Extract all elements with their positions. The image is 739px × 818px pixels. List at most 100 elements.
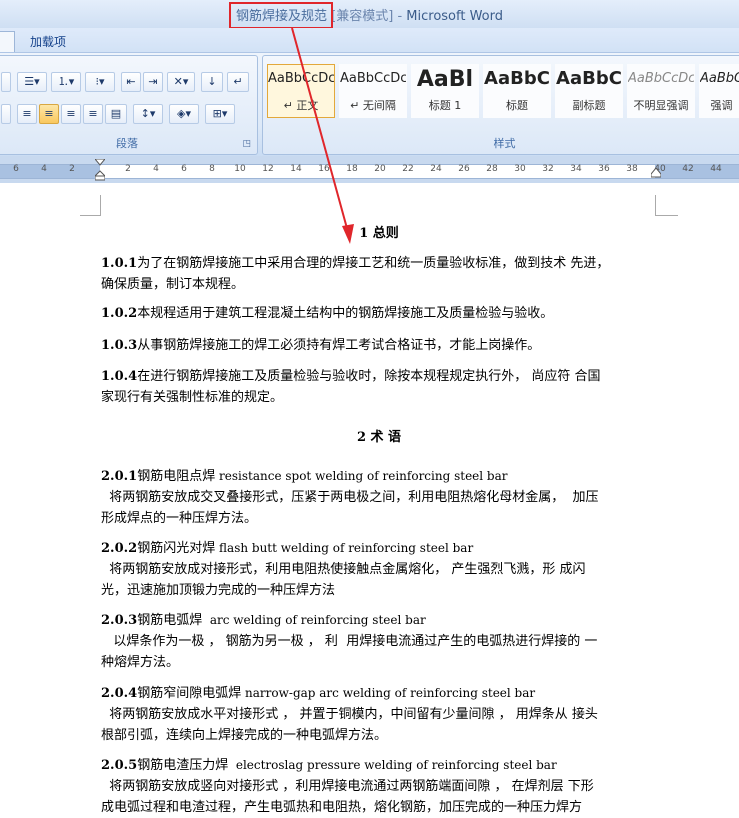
term-number: 2.0.4: [101, 686, 138, 701]
align-right-icon: ≡: [66, 107, 76, 120]
ruler-tick: 38: [626, 164, 638, 174]
ruler-tick: 4: [41, 164, 47, 174]
term-cn: 钢筋电渣压力焊: [137, 758, 229, 773]
indent-marker-icon[interactable]: [95, 159, 105, 181]
document-page[interactable]: 1 总则 1.0.1为了在钢筋焊接施工中采用合理的焊接工艺和统一质量验收标准，做…: [0, 183, 739, 815]
style-name: 不明显强调: [633, 99, 689, 112]
align-center-button[interactable]: ≡: [39, 104, 59, 124]
title-bar: 钢筋焊接及规范 [兼容模式] - Microsoft Word: [0, 0, 739, 29]
ruler-tick: 8: [209, 164, 215, 174]
bullet-list-icon: ☰▾: [24, 75, 40, 88]
ruler-tick: 28: [486, 164, 498, 174]
term-en: electroslag pressure welding of reinforc…: [228, 758, 557, 772]
ruler-tick: 20: [374, 164, 386, 174]
show-marks-button[interactable]: ↵: [227, 72, 249, 92]
ruler-tick: 44: [710, 164, 722, 174]
increase-indent-icon: ⇥: [148, 75, 158, 88]
heading-terms: 2 术 语: [356, 430, 402, 445]
ruler-tick: 14: [290, 164, 302, 174]
term-number: 2.0.1: [101, 469, 138, 484]
clause-1-0-2: 1.0.2本规程适用于建筑工程混凝土结构中的钢筋焊接施工及质量检验与验收。: [101, 303, 657, 324]
styles-group: AaBbCcDc ↵ 正文 AaBbCcDc ↵ 无间隔 AaBl 标题 1 A…: [262, 55, 739, 155]
justify-icon: ≡: [88, 107, 98, 120]
style-subtitle[interactable]: AaBbC 副标题: [555, 64, 623, 118]
ruler-tick: 6: [181, 164, 187, 174]
sort-icon: ↓: [207, 75, 217, 88]
decrease-indent-button[interactable]: ⇤: [121, 72, 141, 92]
ruler-tick: 4: [153, 164, 159, 174]
align-left-icon: ≡: [22, 107, 32, 120]
paragraph-dialog-launcher-icon[interactable]: ◳: [242, 139, 251, 149]
style-preview: AaBbC: [484, 68, 550, 89]
ruler-track: 6 4 2 2 4 6 8 10 12 14 16 18 20 22 24 26…: [0, 164, 739, 179]
title-highlight-box: [229, 2, 333, 29]
line-spacing-button[interactable]: ↕▾: [133, 104, 163, 124]
term-number: 2.0.5: [101, 758, 138, 773]
term-definition: 将两钢筋安放成水平对接形式 ， 并置于铜模内，中间留有少量间隙 ， 用焊条从 接…: [101, 707, 598, 722]
ribbon-tab-bar: 加载项: [0, 28, 739, 52]
style-name: 标题: [506, 99, 528, 112]
clause-number: 1.0.2: [101, 306, 138, 321]
style-emphasis[interactable]: AaBbC 强调: [699, 64, 739, 118]
ruler-tick: 34: [570, 164, 582, 174]
multilevel-list-icon: ⁝▾: [95, 75, 105, 88]
style-subtle-emphasis[interactable]: AaBbCcDc 不明显强调: [627, 64, 695, 118]
ruler-tick: 16: [318, 164, 330, 174]
line-spacing-icon: ↕▾: [140, 107, 156, 120]
shading-button[interactable]: ◈▾: [169, 104, 199, 124]
clause-text-cont: 确保质量，制订本规程。: [101, 277, 245, 292]
style-preview: AaBl: [416, 67, 474, 92]
style-name: 强调: [710, 99, 733, 112]
increase-indent-button[interactable]: ⇥: [143, 72, 163, 92]
ruler-tick: 12: [262, 164, 274, 174]
ribbon: ☰▾ ⒈▾ ⁝▾ ⇤ ⇥ ✕▾ ↓ ↵ ≡ ≡ ≡ ≡ ▤ ↕▾ ◈▾ ⊞▾ 段…: [0, 52, 739, 157]
style-name: ↵ 正文: [283, 99, 319, 112]
bullets-button[interactable]: ☰▾: [17, 72, 47, 92]
style-name: ↵ 无间隔: [350, 99, 396, 112]
term-en: narrow-gap arc welding of reinforcing st…: [241, 686, 536, 700]
right-indent-marker-icon[interactable]: [651, 166, 661, 178]
clause-1-0-1: 1.0.1为了在钢筋焊接施工中采用合理的焊接工艺和统一质量验收标准，做到技术 先…: [101, 253, 657, 295]
term-2-0-1: 2.0.1钢筋电阻点焊 resistance spot welding of r…: [101, 466, 657, 529]
styles-group-label: 样式: [493, 137, 516, 150]
style-normal[interactable]: AaBbCcDc ↵ 正文: [267, 64, 335, 118]
style-preview: AaBbCcDc: [628, 71, 694, 86]
multilevel-list-button[interactable]: ⁝▾: [85, 72, 115, 92]
ribbon-scroll-icon-2[interactable]: [1, 104, 11, 124]
chinese-layout-button[interactable]: ✕▾: [167, 72, 195, 92]
term-2-0-5: 2.0.5钢筋电渣压力焊 electroslag pressure weldin…: [101, 755, 657, 818]
window-title: 钢筋焊接及规范 [兼容模式] - Microsoft Word: [0, 5, 739, 24]
term-definition-cont: 根部引弧，连续向上焊接完成的一种电弧焊方法。: [101, 728, 388, 743]
clause-text: 从事钢筋焊接施工的焊工必须持有焊工考试合格证书，才能上岗操作。: [137, 338, 541, 353]
ruler-tick: 6: [13, 164, 19, 174]
tab-addins[interactable]: 加载项: [30, 33, 66, 50]
ruler-tick: 2: [125, 164, 131, 174]
style-title[interactable]: AaBbC 标题: [483, 64, 551, 118]
ruler-tick: 18: [346, 164, 358, 174]
term-definition-cont: 成电弧过程和电渣过程，产生电弧热和电阻热，熔化钢筋，加压完成的一种压力焊方: [101, 800, 583, 815]
style-heading-1[interactable]: AaBl 标题 1: [411, 64, 479, 118]
clause-text: 在进行钢筋焊接施工及质量检验与验收时，除按本规程规定执行外， 尚应符 合国: [137, 369, 601, 384]
horizontal-ruler[interactable]: 6 4 2 2 4 6 8 10 12 14 16 18 20 22 24 26…: [0, 156, 739, 183]
margin-corner-right: [655, 195, 678, 216]
sort-button[interactable]: ↓: [201, 72, 223, 92]
ruler-tick: 30: [514, 164, 526, 174]
borders-button[interactable]: ⊞▾: [205, 104, 235, 124]
distributed-button[interactable]: ▤: [105, 104, 127, 124]
term-definition-cont: 形成焊点的一种压焊方法。: [101, 511, 258, 526]
tab-active-edge[interactable]: [0, 31, 15, 52]
justify-button[interactable]: ≡: [83, 104, 103, 124]
ruler-tick: 32: [542, 164, 554, 174]
ruler-tick: 42: [682, 164, 694, 174]
align-right-button[interactable]: ≡: [61, 104, 81, 124]
paragraph-mark-icon: ↵: [233, 75, 243, 88]
clause-number: 1.0.4: [101, 369, 138, 384]
align-left-button[interactable]: ≡: [17, 104, 37, 124]
term-cn: 钢筋窄间隙电弧焊: [137, 686, 242, 701]
clause-number: 1.0.1: [101, 256, 138, 271]
ribbon-scroll-icon[interactable]: [1, 72, 11, 92]
style-no-spacing[interactable]: AaBbCcDc ↵ 无间隔: [339, 64, 407, 118]
term-definition: 将两钢筋安放成交叉叠接形式，压紧于两电极之间，利用电阻热熔化母材金属， 加压: [101, 490, 599, 505]
ruler-tick: 26: [458, 164, 470, 174]
numbering-button[interactable]: ⒈▾: [51, 72, 81, 92]
